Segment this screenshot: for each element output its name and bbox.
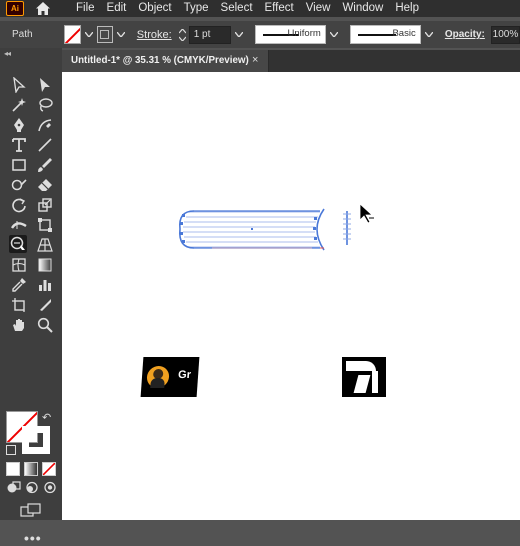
main-menu: File Edit Object Type Select Effect View…: [71, 0, 426, 17]
chevron-down-icon[interactable]: [116, 30, 125, 39]
eyedropper-tool-icon[interactable]: [10, 276, 28, 294]
lasso-tool-icon[interactable]: [36, 96, 54, 114]
menu-file[interactable]: File: [71, 0, 102, 17]
shape-builder-tool-icon[interactable]: [9, 235, 27, 253]
selection-type-label: Path: [12, 29, 33, 40]
screen-mode-icon[interactable]: [20, 503, 42, 517]
stroke-swatch[interactable]: [22, 426, 50, 454]
rectangle-tool-icon[interactable]: [10, 156, 28, 174]
zoom-tool-icon[interactable]: [36, 316, 54, 334]
graph-tool-icon[interactable]: [36, 276, 54, 294]
scale-tool-icon[interactable]: [36, 196, 54, 214]
slice-tool-icon[interactable]: [36, 296, 54, 314]
artwork: [178, 203, 374, 251]
free-transform-tool-icon[interactable]: [36, 216, 54, 234]
channel-thumbnail-image: Gr: [140, 357, 200, 397]
close-icon[interactable]: ×: [252, 54, 258, 66]
stroke-color-swatch[interactable]: [97, 26, 113, 43]
gradient-mode-button[interactable]: [24, 462, 38, 476]
draw-behind-icon[interactable]: [25, 481, 39, 494]
profile-label: Uniform: [287, 28, 321, 39]
collapse-panel-icon[interactable]: ◂◂: [4, 49, 11, 58]
opacity-field[interactable]: 100%: [490, 25, 520, 44]
hand-tool-icon[interactable]: [10, 316, 28, 334]
shaper-tool-icon[interactable]: [10, 176, 28, 194]
default-fill-stroke-icon[interactable]: [6, 445, 16, 455]
logo-thumbnail-image: [342, 357, 386, 397]
fill-color-swatch[interactable]: [63, 25, 81, 44]
line-segment-tool-icon[interactable]: [36, 136, 54, 154]
selected-path-group[interactable]: [178, 208, 351, 251]
magic-wand-icon[interactable]: [10, 96, 28, 114]
gradient-tool-icon[interactable]: [36, 256, 54, 274]
paintbrush-tool-icon[interactable]: [36, 156, 54, 174]
menu-effect[interactable]: Effect: [260, 0, 301, 17]
menu-edit[interactable]: Edit: [102, 0, 134, 17]
document-tab[interactable]: Untitled-1* @ 35.31 % (CMYK/Preview) ×: [62, 50, 269, 72]
artboard-tool-icon[interactable]: [10, 296, 28, 314]
curvature-tool-icon[interactable]: [36, 116, 54, 134]
stroke-label[interactable]: Stroke:: [137, 29, 172, 41]
document-tab-bar: Untitled-1* @ 35.31 % (CMYK/Preview) ×: [62, 50, 520, 72]
menu-help[interactable]: Help: [390, 0, 426, 17]
illustrator-logo: Ai: [6, 1, 24, 16]
chevron-down-icon[interactable]: [85, 30, 93, 39]
menu-select[interactable]: Select: [216, 0, 260, 17]
brush-definition[interactable]: Basic: [349, 25, 421, 44]
opacity-label[interactable]: Opacity:: [445, 29, 485, 40]
stroke-weight-stepper[interactable]: [178, 27, 187, 43]
home-icon[interactable]: [35, 2, 51, 16]
type-tool-icon[interactable]: [10, 136, 28, 154]
brush-label: Basic: [392, 28, 416, 39]
menu-window[interactable]: Window: [337, 0, 390, 17]
eraser-tool-icon[interactable]: [36, 176, 54, 194]
tools-panel: ◂◂ ↶ •••: [0, 48, 62, 546]
direct-selection-tool-icon[interactable]: [36, 76, 54, 94]
menu-object[interactable]: Object: [133, 0, 178, 17]
selection-tool-icon[interactable]: [10, 76, 28, 94]
swap-fill-stroke-icon[interactable]: ↶: [42, 411, 51, 424]
thumbnail-text: Gr: [177, 369, 192, 381]
pen-tool-icon[interactable]: [10, 116, 28, 134]
mouse-cursor-icon: [359, 203, 374, 224]
stroke-weight-field[interactable]: 1 pt: [188, 25, 231, 44]
mesh-tool-icon[interactable]: [10, 256, 28, 274]
chevron-down-icon[interactable]: [234, 30, 243, 39]
menu-view[interactable]: View: [301, 0, 338, 17]
perspective-grid-tool-icon[interactable]: [36, 236, 54, 254]
rotate-tool-icon[interactable]: [10, 196, 28, 214]
width-tool-icon[interactable]: [10, 216, 28, 234]
draw-normal-icon[interactable]: [7, 481, 21, 494]
control-bar: Path Stroke: 1 pt Uniform Basic Opacity:…: [0, 21, 520, 48]
menu-type[interactable]: Type: [179, 0, 216, 17]
none-mode-button[interactable]: [42, 462, 56, 476]
variable-width-profile[interactable]: Uniform: [255, 25, 326, 44]
chevron-down-icon[interactable]: [424, 30, 433, 39]
draw-inside-icon[interactable]: [43, 481, 57, 494]
artboard-canvas[interactable]: Gr: [62, 72, 520, 520]
chevron-down-icon[interactable]: [329, 30, 338, 39]
color-mode-button[interactable]: [6, 462, 20, 476]
menu-bar: Ai File Edit Object Type Select Effect V…: [0, 0, 520, 17]
document-title: Untitled-1* @ 35.31 % (CMYK/Preview): [71, 55, 249, 66]
more-tools-icon[interactable]: •••: [24, 530, 42, 546]
